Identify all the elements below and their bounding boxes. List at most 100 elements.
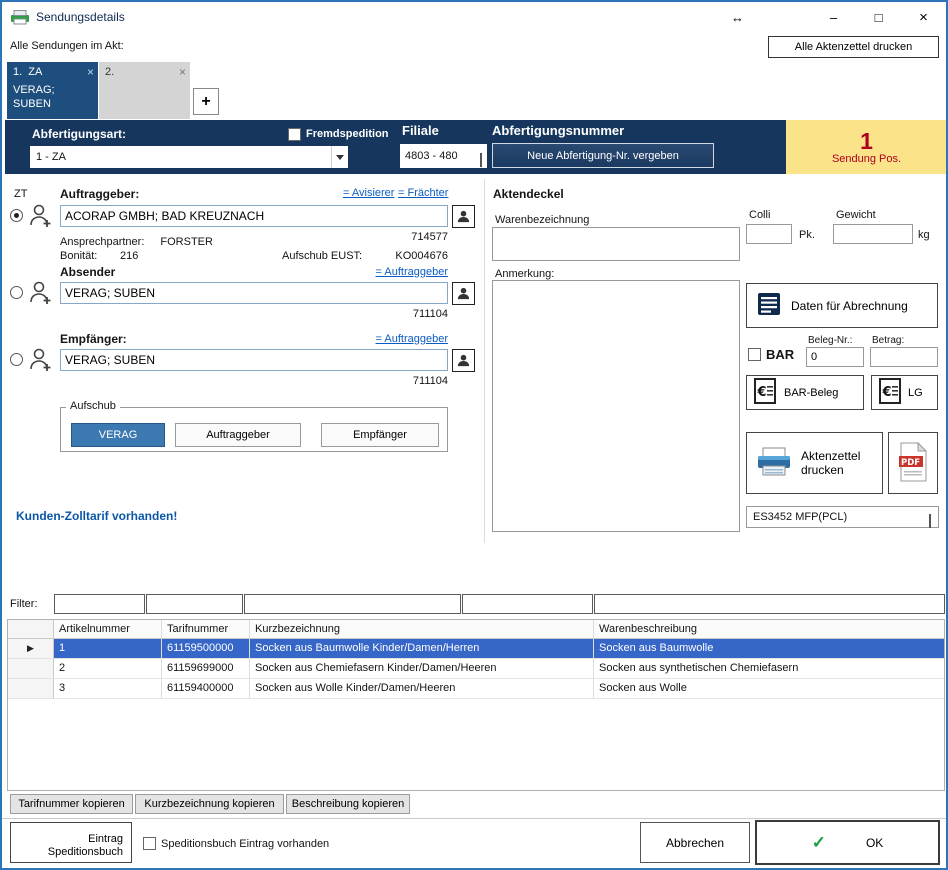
copy-tarifnummer-button[interactable]: Tarifnummer kopieren bbox=[10, 794, 133, 814]
person-lookup-button[interactable] bbox=[452, 205, 475, 228]
bar-beleg-button[interactable]: € BAR-Beleg bbox=[746, 375, 864, 410]
app-icon bbox=[10, 9, 30, 28]
auftraggeber-radio[interactable] bbox=[10, 209, 23, 222]
cell-tarifnummer: 61159400000 bbox=[162, 679, 250, 698]
table-row[interactable]: ▶ 1 61159500000 Socken aus Baumwolle Kin… bbox=[8, 639, 944, 659]
filter-input-4[interactable] bbox=[462, 594, 593, 614]
auftraggeber-number: 714577 bbox=[348, 231, 448, 243]
vertical-divider bbox=[484, 179, 485, 543]
person-lookup-button[interactable] bbox=[452, 282, 475, 305]
daten-abrechnung-button[interactable]: Daten für Abrechnung bbox=[746, 283, 938, 328]
filter-input-warenbeschreibung[interactable] bbox=[594, 594, 945, 614]
row-selector-cell: ▶ bbox=[8, 639, 54, 658]
cell-tarifnummer: 61159500000 bbox=[162, 639, 250, 658]
printer-icon bbox=[755, 446, 793, 481]
person-add-icon[interactable] bbox=[28, 203, 54, 229]
ok-button[interactable]: ✓ OK bbox=[755, 820, 940, 865]
absender-radio[interactable] bbox=[10, 286, 23, 299]
table-row[interactable]: 3 61159400000 Socken aus Wolle Kinder/Da… bbox=[8, 679, 944, 699]
table-row[interactable]: 2 61159699000 Socken aus Chemiefasern Ki… bbox=[8, 659, 944, 679]
dropdown-arrow-icon[interactable] bbox=[331, 146, 348, 168]
eintrag-speditionsbuch-button[interactable]: Eintrag Speditionsbuch bbox=[10, 822, 132, 863]
betrag-input[interactable] bbox=[870, 347, 938, 367]
abfertigungsart-dropdown[interactable]: 1 - ZA bbox=[30, 146, 348, 168]
close-button[interactable]: × bbox=[901, 2, 946, 32]
akt-label: Alle Sendungen im Akt: bbox=[10, 40, 124, 52]
add-tab-button[interactable]: + bbox=[193, 88, 219, 115]
auftraggeber-label: Auftraggeber: bbox=[60, 187, 139, 201]
kg-label: kg bbox=[918, 229, 930, 241]
avisierer-link[interactable]: = Avisierer bbox=[343, 187, 394, 199]
main-panel: ZT Auftraggeber: = Avisierer = Frächter … bbox=[2, 175, 948, 587]
cell-tarifnummer: 61159699000 bbox=[162, 659, 250, 678]
person-lookup-button[interactable] bbox=[452, 349, 475, 372]
empfaenger-input[interactable] bbox=[60, 349, 448, 371]
zt-label: ZT bbox=[14, 188, 27, 200]
anmerkung-textarea[interactable] bbox=[492, 280, 740, 532]
tab-close-icon[interactable]: × bbox=[179, 65, 186, 79]
column-header[interactable]: Tarifnummer bbox=[162, 620, 250, 638]
fremdspedition-checkbox[interactable] bbox=[288, 128, 301, 141]
minimize-button[interactable]: – bbox=[811, 2, 856, 32]
absender-input[interactable] bbox=[60, 282, 448, 304]
bonitaet-label: Bonität: bbox=[60, 250, 97, 262]
filiale-dropdown[interactable]: 4803 - 480 bbox=[400, 144, 487, 168]
absender-auftraggeber-link[interactable]: = Auftraggeber bbox=[348, 266, 448, 278]
euro-icon: € bbox=[879, 378, 901, 407]
print-all-aktenzettel-button[interactable]: Alle Aktenzettel drucken bbox=[768, 36, 939, 58]
person-add-icon[interactable] bbox=[28, 347, 54, 373]
chevron-down-icon bbox=[929, 508, 938, 526]
table-header-row: Artikelnummer Tarifnummer Kurzbezeichnun… bbox=[8, 620, 944, 639]
auftraggeber-input[interactable] bbox=[60, 205, 448, 227]
person-icon bbox=[456, 353, 471, 368]
lg-button[interactable]: € LG bbox=[871, 375, 938, 410]
neue-abfertigungsnummer-button[interactable]: Neue Abfertigung-Nr. vergeben bbox=[492, 143, 714, 168]
beleg-nr-input[interactable] bbox=[806, 347, 864, 367]
copy-kurzbezeichnung-button[interactable]: Kurzbezeichnung kopieren bbox=[135, 794, 284, 814]
aufschub-empfaenger-button[interactable]: Empfänger bbox=[321, 423, 439, 447]
maximize-button[interactable]: □ bbox=[856, 2, 901, 32]
filter-input-kurzbezeichnung[interactable] bbox=[244, 594, 461, 614]
abfertigungsart-label: Abfertigungsart: bbox=[32, 127, 126, 141]
tab-sendung-1[interactable]: 1. ZA × VERAG; SUBEN bbox=[7, 62, 98, 119]
filter-input-tarifnummer[interactable] bbox=[146, 594, 243, 614]
zolltarif-note: Kunden-Zolltarif vorhanden! bbox=[16, 509, 177, 523]
sendung-position-badge: 1 Sendung Pos. bbox=[786, 120, 947, 174]
gewicht-input[interactable] bbox=[833, 224, 913, 244]
copy-beschreibung-button[interactable]: Beschreibung kopieren bbox=[286, 794, 410, 814]
column-header[interactable]: Artikelnummer bbox=[54, 620, 162, 638]
absender-label: Absender bbox=[60, 265, 115, 279]
window-title: Sendungsdetails bbox=[36, 10, 125, 24]
tab-sendung-2[interactable]: 2. × bbox=[99, 62, 190, 119]
row-selector-cell bbox=[8, 679, 54, 698]
warenbezeichnung-input[interactable] bbox=[492, 227, 740, 261]
svg-text:€: € bbox=[757, 385, 767, 400]
pdf-export-button[interactable]: PDF bbox=[888, 432, 938, 494]
aufschub-verag-button[interactable]: VERAG bbox=[71, 423, 165, 447]
tab-close-icon[interactable]: × bbox=[87, 65, 94, 79]
empfaenger-radio[interactable] bbox=[10, 353, 23, 366]
resize-arrows-icon[interactable]: ↔ bbox=[715, 2, 760, 32]
gewicht-label: Gewicht bbox=[836, 209, 876, 221]
abfertigungsnummer-label: Abfertigungsnummer bbox=[492, 123, 624, 138]
printer-select[interactable]: ES3452 MFP(PCL) bbox=[746, 506, 939, 528]
person-add-icon[interactable] bbox=[28, 280, 54, 306]
printer-value: ES3452 MFP(PCL) bbox=[753, 511, 847, 523]
aktenzettel-drucken-button[interactable]: Aktenzettel drucken bbox=[746, 432, 883, 494]
ansprechpartner-value: FORSTER bbox=[160, 236, 213, 248]
billing-lines-icon bbox=[757, 292, 781, 319]
column-header[interactable]: Kurzbezeichnung bbox=[250, 620, 594, 638]
abbrechen-button[interactable]: Abbrechen bbox=[640, 822, 750, 863]
empfaenger-auftraggeber-link[interactable]: = Auftraggeber bbox=[348, 333, 448, 345]
filiale-label: Filiale bbox=[402, 123, 439, 138]
speditionsbuch-checkbox[interactable] bbox=[143, 837, 156, 850]
colli-input[interactable] bbox=[746, 224, 792, 244]
fraechter-link[interactable]: = Frächter bbox=[398, 187, 448, 199]
column-header[interactable]: Warenbeschreibung bbox=[594, 620, 944, 638]
speditionsbuch-checkbox-label: Speditionsbuch Eintrag vorhanden bbox=[161, 838, 329, 850]
aufschub-eust-label: Aufschub EUST: bbox=[282, 250, 362, 262]
aufschub-auftraggeber-button[interactable]: Auftraggeber bbox=[175, 423, 301, 447]
dispatch-bar: Abfertigungsart: Fremdspedition 1 - ZA F… bbox=[5, 120, 947, 174]
filter-input-artikelnummer[interactable] bbox=[54, 594, 145, 614]
bar-checkbox[interactable] bbox=[748, 348, 761, 361]
